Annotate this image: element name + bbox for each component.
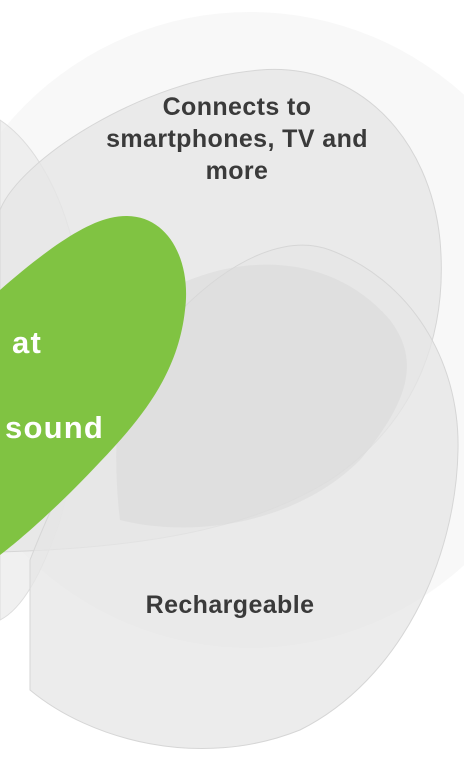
green-petal-label-line2: sound [5,410,104,445]
top-petal-label: Connects to smartphones, TV and more [106,93,368,185]
green-petal-label-line1: at [12,325,42,360]
diagram-canvas: Connects to smartphones, TV and more at … [0,0,464,772]
bottom-petal-label: Rechargeable [145,591,315,619]
